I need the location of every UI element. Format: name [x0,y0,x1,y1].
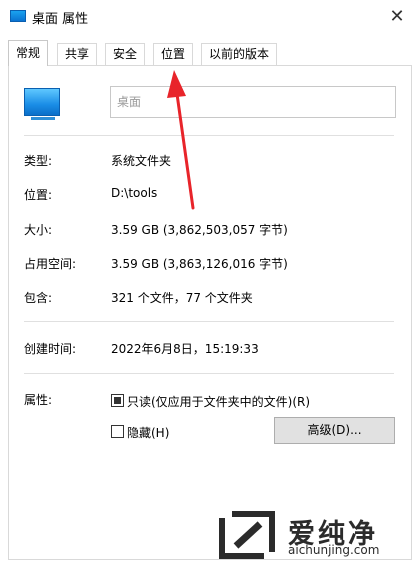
size-on-disk-value: 3.59 GB (3,863,126,016 字节) [111,257,288,271]
size-label: 大小: [24,223,53,237]
close-button[interactable]: ✕ [382,2,412,30]
tab-sharing[interactable]: 共享 [57,43,98,65]
tab-location[interactable]: 位置 [153,43,194,65]
brand-url: aichunjing.com [288,543,380,557]
attributes-label: 属性: [24,393,53,407]
type-value: 系统文件夹 [111,154,172,168]
readonly-label[interactable]: 只读(仅应用于文件夹中的文件)(R) [127,393,310,410]
contains-label: 包含: [24,291,53,305]
window-title: 桌面 属性 [32,12,89,27]
tab-strip: 常规 共享 安全 位置 以前的版本 [8,40,412,66]
title-bar: 桌面 属性 ✕ [0,0,418,34]
folder-name-input[interactable]: 桌面 [110,86,396,118]
created-label: 创建时间: [24,342,77,356]
divider [24,321,394,322]
size-on-disk-label: 占用空间: [24,257,77,271]
hidden-checkbox[interactable] [111,425,124,438]
tab-security[interactable]: 安全 [105,43,146,65]
advanced-button[interactable]: 高级(D)... [274,417,395,444]
readonly-checkbox[interactable] [111,394,124,407]
divider [24,373,394,374]
tab-previous-versions[interactable]: 以前的版本 [201,43,278,65]
created-value: 2022年6月8日，15:19:33 [111,342,259,356]
type-label: 类型: [24,154,53,168]
size-value: 3.59 GB (3,862,503,057 字节) [111,223,288,237]
desktop-folder-icon [24,88,60,120]
location-label: 位置: [24,188,53,202]
desktop-folder-icon [10,10,26,22]
general-panel [8,65,412,560]
divider [24,135,394,136]
contains-value: 321 个文件，77 个文件夹 [111,291,253,305]
tab-general[interactable]: 常规 [8,40,49,66]
watermark: 爱纯净 aichunjing.com [218,510,414,562]
hidden-label[interactable]: 隐藏(H) [127,424,169,441]
brand-logo-icon [219,511,275,559]
location-value: D:\tools [111,186,158,200]
